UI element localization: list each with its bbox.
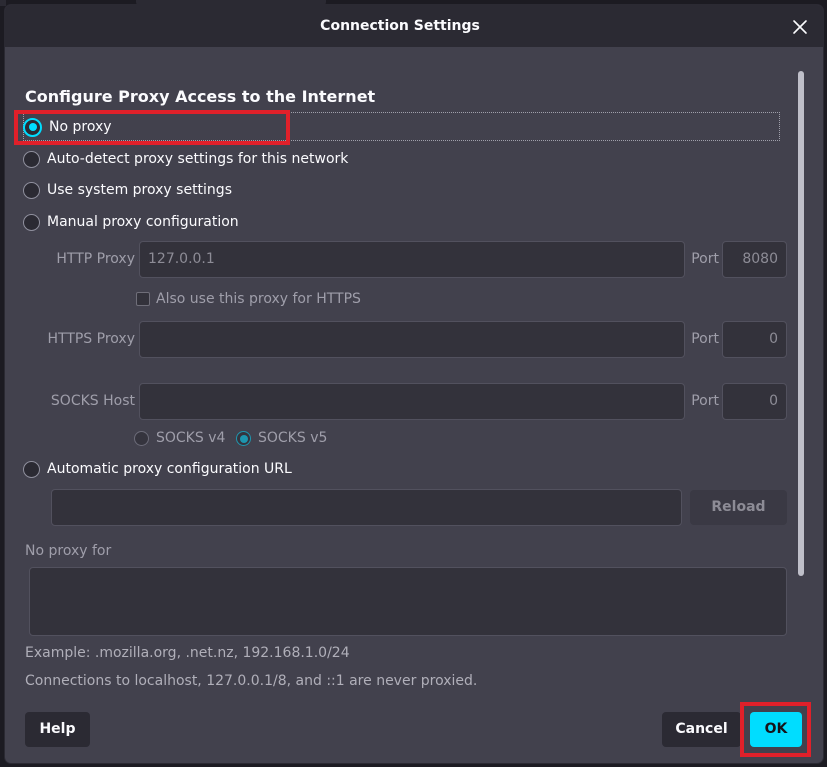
example-hint: Example: .mozilla.org, .net.nz, 192.168.… [25, 645, 350, 661]
auto-detect-radio[interactable] [23, 150, 40, 168]
also-https-checkbox[interactable] [136, 292, 150, 306]
connection-settings-dialog: Connection Settings Configure Proxy Acce… [5, 5, 823, 763]
auto-url-input[interactable] [51, 489, 682, 526]
reload-button[interactable]: Reload [690, 490, 787, 525]
help-button[interactable]: Help [25, 712, 90, 747]
dialog-titlebar: Connection Settings [5, 5, 823, 47]
socks-v4-radio[interactable] [134, 430, 149, 446]
https-proxy-input[interactable] [139, 321, 685, 358]
system-proxy-radio[interactable] [23, 181, 40, 199]
auto-url-radio[interactable] [23, 460, 40, 478]
socks-v4-label: SOCKS v4 [156, 430, 226, 446]
system-proxy-label: Use system proxy settings [47, 182, 232, 198]
socks-v5-option[interactable]: SOCKS v5 [236, 426, 327, 450]
auto-url-option[interactable]: Automatic proxy configuration URL [23, 457, 292, 481]
https-port-label: Port [691, 331, 719, 347]
socks-port-input[interactable]: 0 [722, 383, 787, 420]
http-proxy-label: HTTP Proxy [56, 251, 135, 267]
proxy-heading: Configure Proxy Access to the Internet [25, 87, 376, 106]
no-proxy-for-label: No proxy for [25, 543, 112, 559]
http-port-label: Port [691, 251, 719, 267]
no-proxy-for-textarea[interactable] [29, 567, 787, 636]
socks-host-label: SOCKS Host [50, 393, 135, 409]
manual-proxy-option[interactable]: Manual proxy configuration [23, 210, 239, 234]
http-port-input[interactable]: 8080 [722, 241, 787, 278]
manual-proxy-radio[interactable] [23, 213, 40, 231]
auto-detect-option[interactable]: Auto-detect proxy settings for this netw… [23, 147, 348, 171]
ok-highlight [740, 702, 811, 757]
https-proxy-label: HTTPS Proxy [47, 331, 135, 347]
socks-host-input[interactable] [139, 383, 685, 420]
no-proxy-highlight [14, 110, 290, 145]
socks-v5-label: SOCKS v5 [258, 430, 328, 446]
system-proxy-option[interactable]: Use system proxy settings [23, 178, 232, 202]
also-https-label: Also use this proxy for HTTPS [156, 291, 361, 307]
localhost-note: Connections to localhost, 127.0.0.1/8, a… [25, 673, 478, 689]
socks-port-label: Port [691, 393, 719, 409]
cancel-button[interactable]: Cancel [662, 712, 741, 747]
auto-url-label: Automatic proxy configuration URL [47, 461, 292, 477]
http-proxy-input[interactable]: 127.0.0.1 [139, 241, 685, 278]
auto-detect-label: Auto-detect proxy settings for this netw… [47, 151, 349, 167]
manual-proxy-label: Manual proxy configuration [47, 214, 239, 230]
https-port-input[interactable]: 0 [722, 321, 787, 358]
socks-v5-radio[interactable] [236, 430, 251, 446]
socks-v4-option[interactable]: SOCKS v4 [134, 426, 225, 450]
close-icon[interactable] [789, 16, 811, 38]
dialog-title: Connection Settings [320, 18, 480, 34]
scrollbar-thumb[interactable] [798, 71, 804, 576]
